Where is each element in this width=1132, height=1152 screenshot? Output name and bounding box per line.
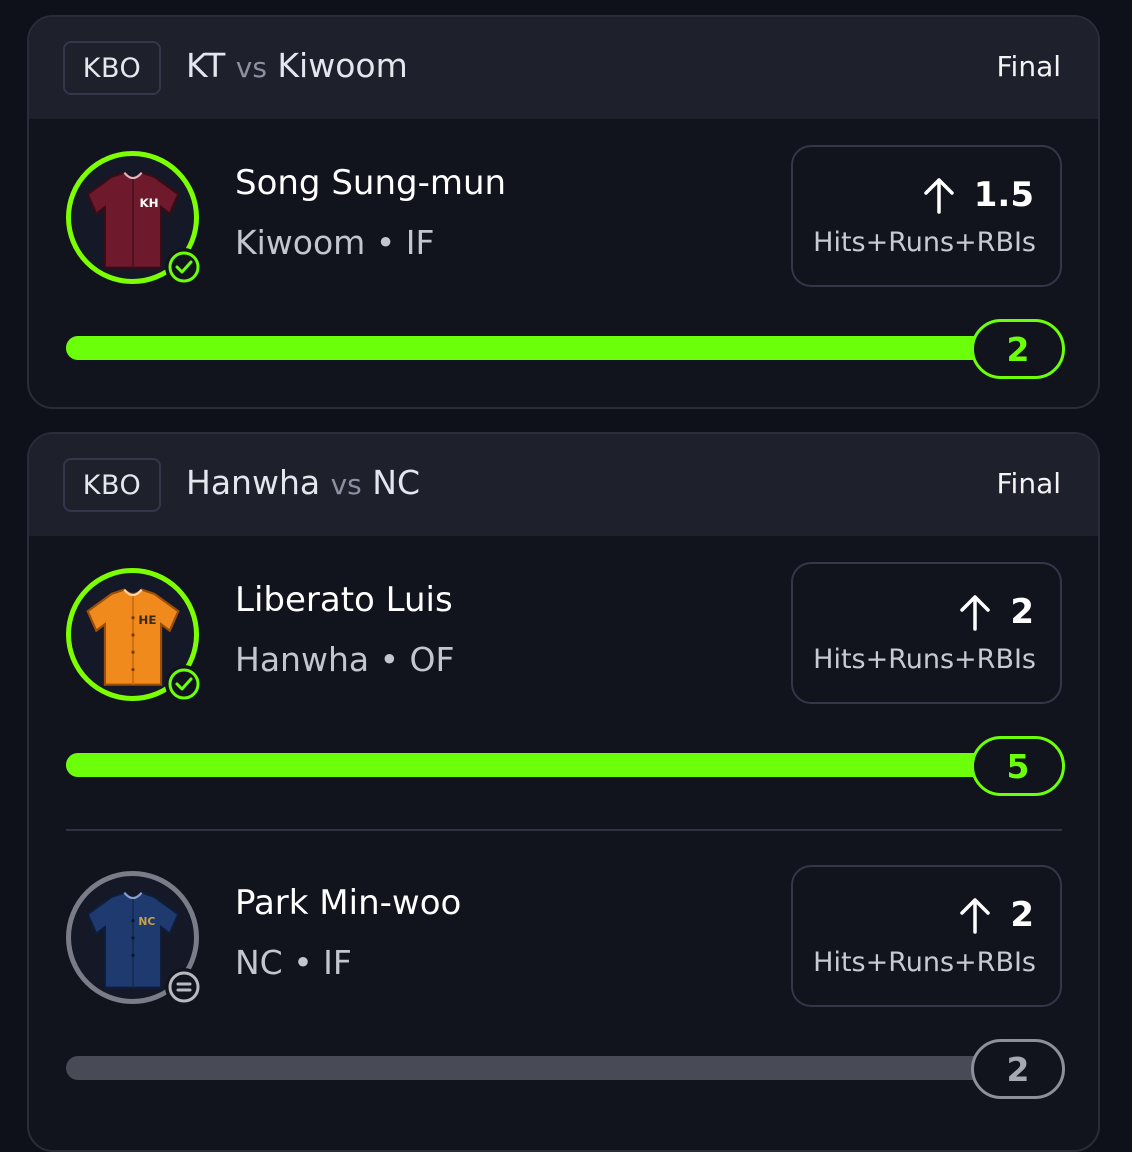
progress-bar xyxy=(66,753,1026,777)
stat-line-box: 2 Hits+Runs+RBIs xyxy=(791,562,1062,704)
away-team: NC xyxy=(372,463,420,502)
check-circle-icon xyxy=(165,248,203,286)
player-name: Liberato Luis xyxy=(235,580,453,620)
matchup: Hanwha vs NC xyxy=(186,463,420,502)
game-header: KBO Hanwha vs NC Final xyxy=(29,434,1098,536)
player-name: Park Min-woo xyxy=(235,883,462,923)
stat-type: Hits+Runs+RBIs xyxy=(813,227,1036,258)
check-circle-icon xyxy=(165,665,203,703)
game-card[interactable]: KBO KT vs Kiwoom Final KH Song Sung-mun … xyxy=(27,15,1100,409)
divider xyxy=(66,829,1062,831)
actual-result-badge: 5 xyxy=(971,736,1065,796)
actual-result-badge: 2 xyxy=(971,319,1065,379)
line-row: 2 xyxy=(958,592,1034,632)
player-row[interactable]: KH Song Sung-mun Kiwoom • IF 1.5 Hits+Ru… xyxy=(29,119,1098,379)
line-value: 1.5 xyxy=(973,175,1034,215)
arrow-up-icon xyxy=(960,898,991,934)
progress-fill xyxy=(66,336,1026,360)
line-row: 2 xyxy=(958,895,1034,935)
stat-line-box: 1.5 Hits+Runs+RBIs xyxy=(791,145,1062,287)
player-name: Song Sung-mun xyxy=(235,163,507,203)
league-badge: KBO xyxy=(63,41,161,95)
progress-fill xyxy=(66,753,1026,777)
vs-label: vs xyxy=(330,468,362,501)
league-badge: KBO xyxy=(63,458,161,512)
stat-type: Hits+Runs+RBIs xyxy=(813,947,1036,978)
game-card[interactable]: KBO Hanwha vs NC Final HE Liberato Luis … xyxy=(27,432,1100,1152)
actual-result-badge: 2 xyxy=(971,1039,1065,1099)
away-team: Kiwoom xyxy=(277,46,408,85)
home-team: Hanwha xyxy=(186,463,321,502)
player-team-position: Kiwoom • IF xyxy=(235,223,435,262)
player-row[interactable]: NC Park Min-woo NC • IF 2 Hits+Runs+RBIs xyxy=(29,839,1098,1099)
arrow-up-icon xyxy=(960,595,991,631)
line-row: 1.5 xyxy=(922,175,1034,215)
progress-bar xyxy=(66,1056,1026,1080)
player-team-position: Hanwha • OF xyxy=(235,640,455,679)
arrow-up-icon xyxy=(924,178,954,214)
vs-label: vs xyxy=(235,51,267,84)
progress-bar xyxy=(66,336,1026,360)
player-team-position: NC • IF xyxy=(235,943,352,982)
game-header: KBO KT vs Kiwoom Final xyxy=(29,17,1098,119)
game-status: Final xyxy=(996,50,1061,83)
line-value: 2 xyxy=(1010,592,1034,632)
push-circle-icon xyxy=(165,968,203,1006)
jersey-text: KH xyxy=(139,196,158,210)
matchup: KT vs Kiwoom xyxy=(186,46,408,85)
home-team: KT xyxy=(186,46,226,85)
game-status: Final xyxy=(996,467,1061,500)
stat-type: Hits+Runs+RBIs xyxy=(813,644,1036,675)
jersey-text: HE xyxy=(138,613,156,627)
line-value: 2 xyxy=(1010,895,1034,935)
stat-line-box: 2 Hits+Runs+RBIs xyxy=(791,865,1062,1007)
jersey-text: NC xyxy=(138,915,155,928)
player-row[interactable]: HE Liberato Luis Hanwha • OF 2 Hits+Runs… xyxy=(29,536,1098,796)
